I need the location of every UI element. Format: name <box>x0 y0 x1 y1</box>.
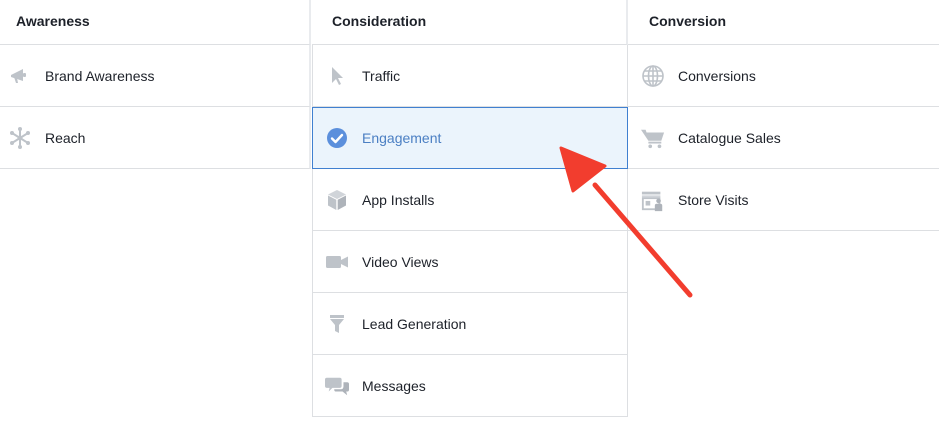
objective-catalogue-sales[interactable]: Catalogue Sales <box>628 107 939 169</box>
chat-bubbles-icon <box>325 374 349 398</box>
objective-label: Engagement <box>362 130 442 146</box>
objective-engagement[interactable]: Engagement <box>312 107 628 169</box>
objective-label: Lead Generation <box>362 315 467 332</box>
box-icon <box>325 188 349 212</box>
conversion-column: Conversion Conversions Catalogue Sales S… <box>628 0 939 231</box>
objective-label: Video Views <box>362 253 439 270</box>
objective-label: Store Visits <box>678 191 749 208</box>
awareness-header: Awareness <box>0 0 311 45</box>
objective-lead-generation[interactable]: Lead Generation <box>312 293 628 355</box>
objective-messages[interactable]: Messages <box>312 355 628 417</box>
video-camera-icon <box>325 250 349 274</box>
consideration-column: Consideration Traffic Engagement App Ins… <box>312 0 628 417</box>
objective-video-views[interactable]: Video Views <box>312 231 628 293</box>
objective-label: App Installs <box>362 191 435 208</box>
awareness-column: Awareness Brand Awareness Reach <box>0 0 311 169</box>
objective-label: Brand Awareness <box>45 67 155 84</box>
megaphone-icon <box>8 64 32 88</box>
objective-label: Messages <box>362 377 426 394</box>
conversion-header: Conversion <box>628 0 939 45</box>
objective-store-visits[interactable]: Store Visits <box>628 169 939 231</box>
objective-app-installs[interactable]: App Installs <box>312 169 628 231</box>
objective-traffic[interactable]: Traffic <box>312 45 628 107</box>
check-circle-icon <box>325 126 349 150</box>
objective-conversions[interactable]: Conversions <box>628 45 939 107</box>
cursor-icon <box>325 64 349 88</box>
objective-label: Traffic <box>362 67 401 84</box>
globe-icon <box>641 64 665 88</box>
reach-icon <box>8 126 32 150</box>
objective-label: Conversions <box>678 67 756 84</box>
store-icon <box>641 188 665 212</box>
objective-label: Reach <box>45 129 86 146</box>
objective-brand-awareness[interactable]: Brand Awareness <box>0 45 311 107</box>
shopping-cart-icon <box>641 126 665 150</box>
objective-reach[interactable]: Reach <box>0 107 311 169</box>
objective-label: Catalogue Sales <box>678 129 781 146</box>
funnel-icon <box>325 312 349 336</box>
consideration-header: Consideration <box>312 0 628 45</box>
